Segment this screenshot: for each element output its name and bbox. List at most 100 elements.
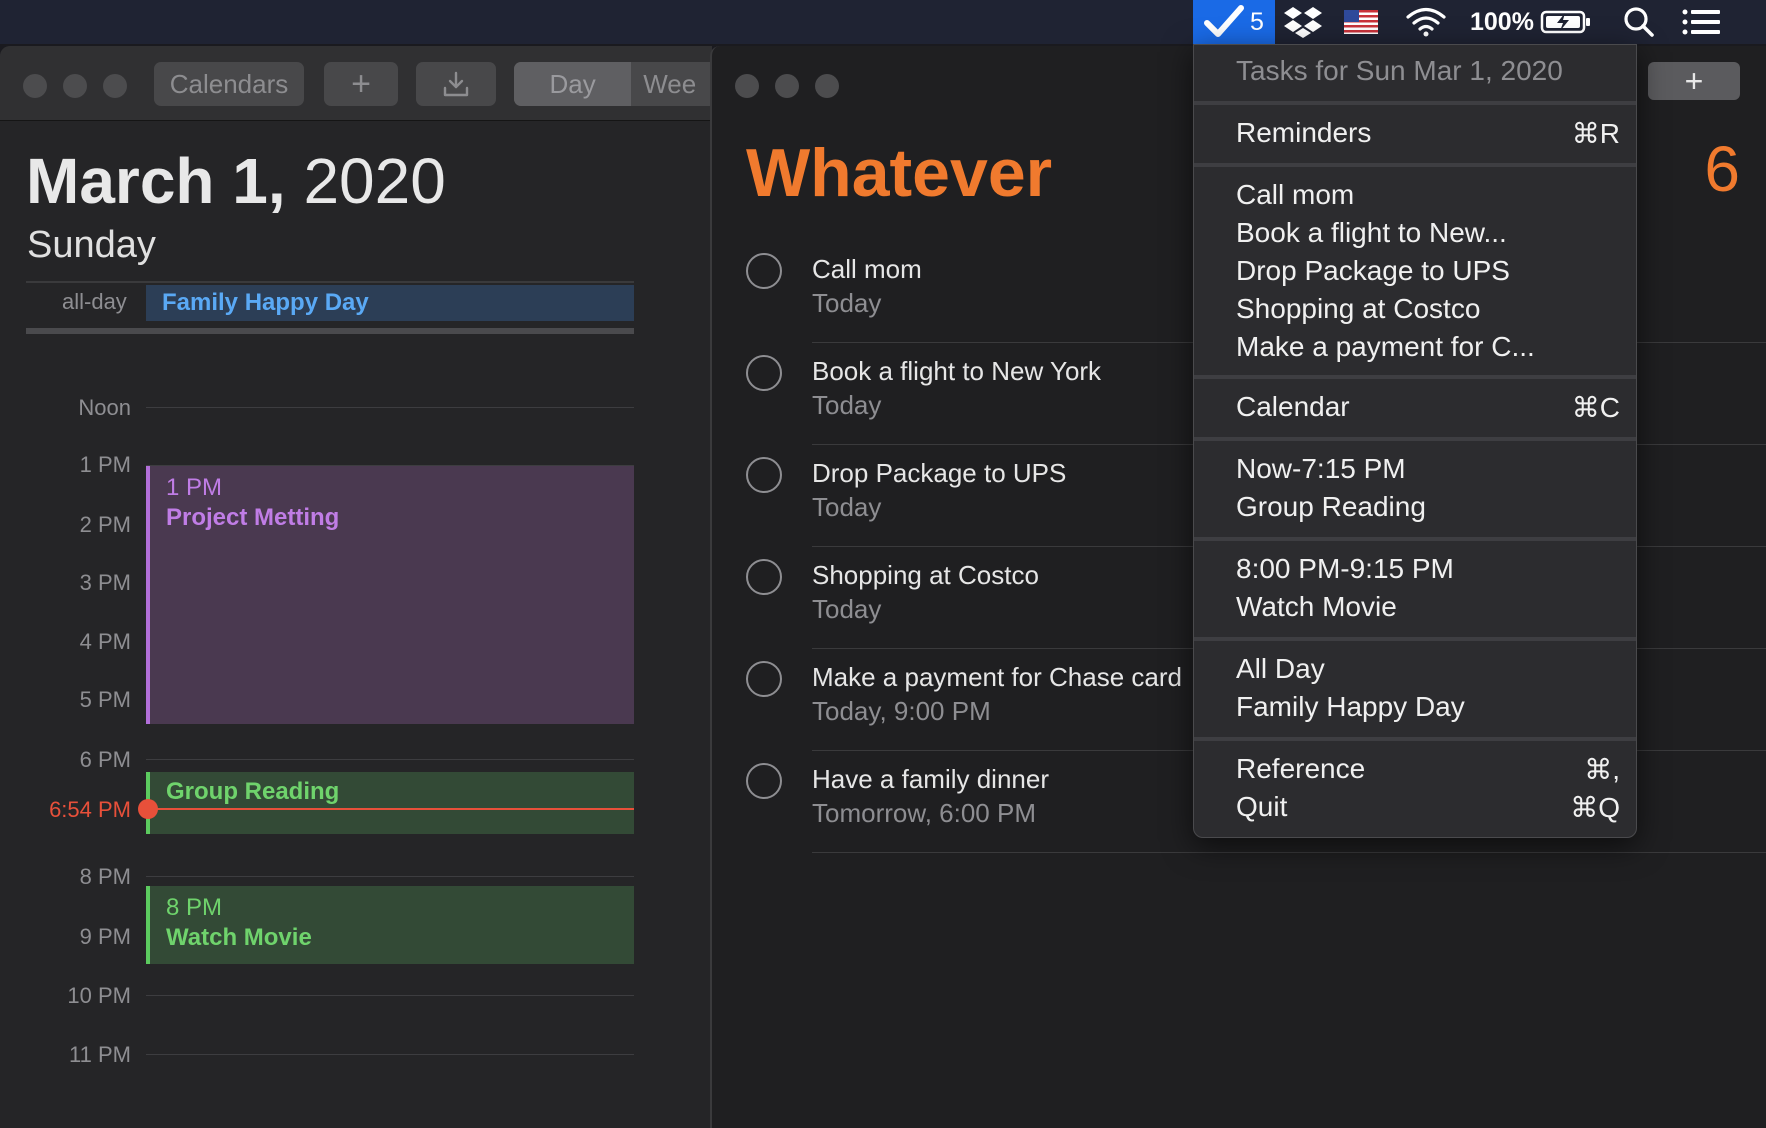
menu-item-calendar[interactable]: Calendar (1236, 391, 1350, 423)
reminder-name[interactable]: Have a family dinner (812, 764, 1049, 795)
view-segmented-control: Day Wee (514, 62, 712, 106)
complete-checkbox[interactable] (746, 355, 782, 391)
menubar-tasks-app[interactable]: 5 (1193, 0, 1275, 44)
menu-item-quit[interactable]: Quit (1236, 791, 1287, 823)
reminder-name[interactable]: Shopping at Costco (812, 560, 1039, 591)
menu-task-item[interactable]: Call mom (1236, 179, 1354, 211)
calendar-weekday: Sunday (27, 224, 156, 266)
menu-event-time[interactable]: All Day (1236, 653, 1325, 685)
hour-label: 8 PM (79, 864, 131, 889)
add-reminder-button[interactable]: + (1648, 62, 1740, 100)
complete-checkbox[interactable] (746, 457, 782, 493)
week-view-tab[interactable]: Wee (631, 62, 712, 106)
complete-checkbox[interactable] (746, 559, 782, 595)
menu-task-item[interactable]: Book a flight to New... (1236, 217, 1507, 249)
calendar-year: 2020 (303, 145, 446, 217)
complete-checkbox[interactable] (746, 763, 782, 799)
day-view-tab[interactable]: Day (514, 62, 632, 106)
menu-separator (1194, 737, 1636, 741)
download-button[interactable] (416, 62, 496, 106)
calendar-date-bold: March 1, (26, 145, 286, 217)
current-time-dot (138, 799, 158, 819)
hour-line (146, 759, 634, 760)
hour-line (146, 876, 634, 877)
us-flag-icon[interactable] (1344, 0, 1378, 44)
calendars-button[interactable]: Calendars (154, 62, 304, 106)
hour-label: 9 PM (79, 924, 131, 949)
shortcut-calendar: ⌘C (1571, 392, 1620, 423)
list-title: Whatever (746, 135, 1053, 211)
minimize-window-button[interactable] (775, 74, 799, 98)
menu-task-item[interactable]: Make a payment for C... (1236, 331, 1535, 363)
hour-label: 4 PM (79, 629, 131, 654)
shortcut-reference: ⌘, (1584, 754, 1620, 785)
search-icon[interactable] (1622, 0, 1656, 44)
menu-separator (1194, 101, 1636, 105)
current-time-line (146, 808, 634, 810)
list-icon[interactable] (1682, 0, 1722, 44)
complete-checkbox[interactable] (746, 253, 782, 289)
menu-separator (1194, 163, 1636, 167)
event-watch-movie[interactable]: 8 PM Watch Movie (146, 886, 634, 964)
reminder-name[interactable]: Make a payment for Chase card (812, 662, 1182, 693)
menu-bar: 5 100% (0, 0, 1766, 44)
menu-separator (1194, 637, 1636, 641)
checkmark-icon (1204, 5, 1245, 37)
close-window-button[interactable] (23, 74, 47, 98)
tasks-dropdown-menu: Tasks for Sun Mar 1, 2020 Reminders ⌘R C… (1193, 44, 1637, 838)
day-grid: Noon 1 PM 2 PM 3 PM 4 PM 5 PM 6 PM 8 PM … (0, 334, 712, 1128)
menu-task-item[interactable]: Drop Package to UPS (1236, 255, 1510, 287)
minimize-window-button[interactable] (63, 74, 87, 98)
hour-line (146, 995, 634, 996)
reminder-due: Today (812, 594, 882, 624)
zoom-window-button[interactable] (103, 74, 127, 98)
menu-item-reference[interactable]: Reference (1236, 753, 1365, 785)
reminder-name[interactable]: Drop Package to UPS (812, 458, 1066, 489)
menu-event-title[interactable]: Family Happy Day (1236, 691, 1465, 723)
reminder-due: Today (812, 390, 882, 420)
menubar-task-count: 5 (1250, 7, 1264, 36)
list-count: 6 (1704, 133, 1740, 205)
event-title: Project Metting (166, 504, 340, 531)
hour-label: 3 PM (79, 570, 131, 595)
reminder-name[interactable]: Book a flight to New York (812, 356, 1101, 387)
hour-label: 2 PM (79, 512, 131, 537)
calendar-toolbar: Calendars + Day Wee (0, 46, 712, 121)
menu-event-time[interactable]: Now-7:15 PM (1236, 453, 1406, 485)
wifi-icon[interactable] (1404, 0, 1448, 44)
allday-event[interactable]: Family Happy Day (146, 285, 634, 321)
close-window-button[interactable] (735, 74, 759, 98)
menu-event-time[interactable]: 8:00 PM-9:15 PM (1236, 553, 1454, 585)
menu-event-title[interactable]: Watch Movie (1236, 591, 1397, 623)
menu-task-item[interactable]: Shopping at Costco (1236, 293, 1480, 325)
menu-item-reminders[interactable]: Reminders (1236, 117, 1371, 149)
reminder-name[interactable]: Call mom (812, 254, 922, 285)
hour-label: 6 PM (79, 747, 131, 772)
complete-checkbox[interactable] (746, 661, 782, 697)
reminder-due: Today (812, 288, 882, 318)
allday-row: all-day Family Happy Day (26, 281, 634, 321)
menu-separator (1194, 537, 1636, 541)
dropbox-icon[interactable] (1283, 0, 1323, 44)
event-time: 1 PM (166, 474, 223, 501)
battery-percent: 100% (1470, 7, 1534, 36)
battery-status[interactable]: 100% (1470, 0, 1592, 44)
reminder-due: Today (812, 492, 882, 522)
event-project-meeting[interactable]: 1 PM Project Metting (146, 466, 634, 724)
calendar-window: Calendars + Day Wee March 1, 2020 Sunday… (0, 46, 712, 1128)
hour-label: 5 PM (79, 687, 131, 712)
battery-charging-icon (1540, 10, 1590, 34)
event-group-reading[interactable]: Group Reading (146, 772, 634, 834)
download-icon (443, 71, 469, 97)
shortcut-reminders: ⌘R (1571, 118, 1620, 149)
reminder-divider (812, 852, 1766, 853)
current-time-label: 6:54 PM (49, 797, 131, 822)
hour-label: 11 PM (69, 1042, 131, 1067)
event-time: 8 PM (166, 894, 223, 921)
zoom-window-button[interactable] (815, 74, 839, 98)
hour-label: 10 PM (67, 983, 131, 1008)
menu-event-title[interactable]: Group Reading (1236, 491, 1426, 523)
add-event-button[interactable]: + (324, 62, 398, 106)
hour-line (146, 1054, 634, 1055)
reminder-due: Tomorrow, 6:00 PM (812, 798, 1036, 828)
